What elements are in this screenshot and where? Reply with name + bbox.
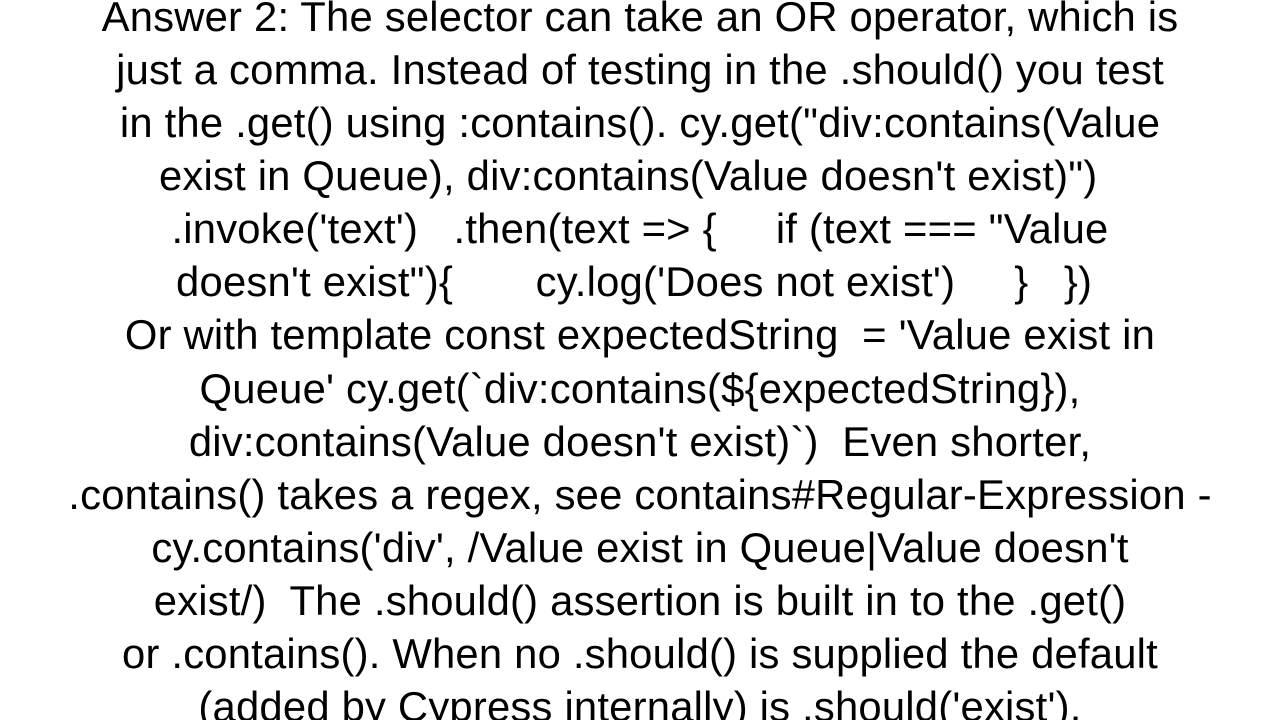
answer-text: Answer 2: The selector can take an OR op… xyxy=(0,0,1280,720)
document-page: Answer 2: The selector can take an OR op… xyxy=(0,0,1280,720)
